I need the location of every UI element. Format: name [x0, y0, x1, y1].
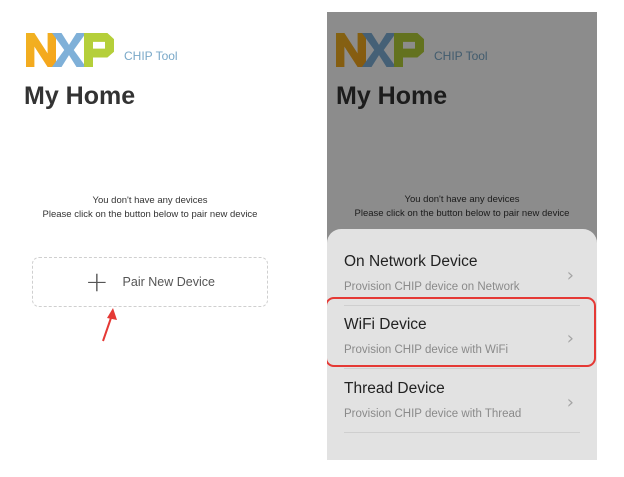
device-type-sheet-screen: CHIP Tool My Home You don't have any dev… [327, 12, 597, 460]
pair-new-device-button[interactable]: + Pair New Device [32, 257, 268, 307]
app-logo: CHIP Tool [26, 33, 178, 67]
empty-state-line1: You don't have any devices [92, 195, 208, 206]
option-subtitle: Provision CHIP device on Network [344, 281, 520, 293]
chevron-right-icon: › [566, 265, 574, 286]
option-title: Thread Device [344, 380, 445, 397]
app-label: CHIP Tool [124, 49, 178, 63]
option-title: On Network Device [344, 253, 478, 270]
chevron-right-icon: › [566, 392, 574, 413]
option-subtitle: Provision CHIP device with Thread [344, 408, 522, 420]
plus-icon: + [85, 265, 109, 298]
page-title: My Home [24, 82, 136, 110]
pair-new-device-label: Pair New Device [122, 275, 215, 289]
annotation-highlight-box [327, 297, 596, 367]
thread-device-option[interactable]: Thread Device Provision CHIP device with… [344, 370, 580, 433]
annotation-arrow-icon [102, 308, 117, 342]
empty-state-line2: Please click on the button below to pair… [42, 209, 258, 220]
nxp-logo-icon [26, 33, 114, 67]
home-screen: CHIP Tool My Home You don't have any dev… [0, 0, 300, 477]
empty-state-message: You don't have any devices Please click … [15, 194, 285, 222]
